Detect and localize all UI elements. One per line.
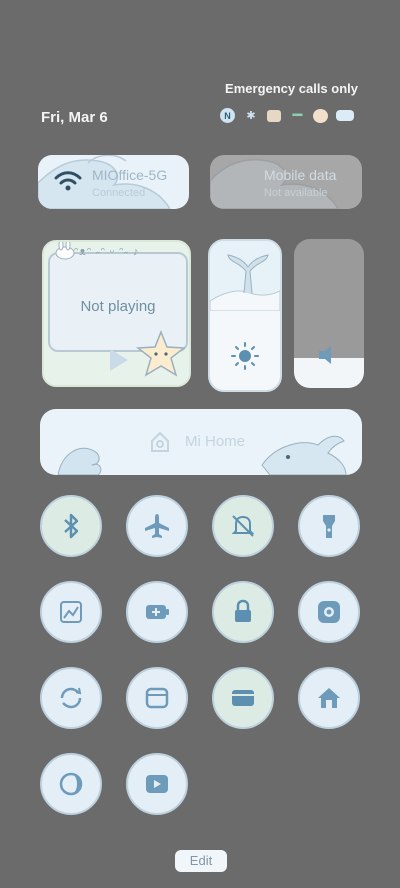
auto-rotate-icon [60,687,82,709]
bluetooth-icon [64,513,79,539]
home-icon [318,688,340,708]
date-label[interactable]: Fri, Mar 6 [41,109,108,126]
mi-home-label: Mi Home [185,433,246,450]
screenshot-toggle[interactable] [40,581,102,643]
carrier-status: Emergency calls only [225,81,358,96]
wifi-network-name: MIOffice-5G [92,167,168,183]
wifi-icon [54,171,82,191]
vibrate-icon [267,109,281,122]
status-bar-icons: N ✱ ▪▪▪▪ [220,108,354,123]
play-icon[interactable] [108,347,130,373]
airplane-icon [145,514,169,538]
eye-comfort-icon [59,772,83,796]
eye-comfort-toggle[interactable] [40,753,102,815]
video-toolbox-icon [146,775,168,793]
bluetooth-toggle[interactable] [40,495,102,557]
cast-toggle[interactable] [212,667,274,729]
media-player[interactable]: Not playing ᵔᴥᵔ ˶ᵔ ᵕ ᵔ˶ ♪ [42,240,191,387]
media-status: Not playing [80,298,156,315]
mobile-data-title: Mobile data [264,167,337,183]
mute-toggle[interactable] [212,495,274,557]
media-decoration-text: ᵔᴥᵔ ˶ᵔ ᵕ ᵔ˶ ♪ [74,246,140,258]
lock-screen-icon [235,599,251,622]
flashlight-icon [323,515,335,538]
battery-icon [336,110,354,121]
whale-tail-decoration [210,241,280,311]
battery-saver-toggle[interactable] [126,581,188,643]
wifi-status: Connected [92,187,146,199]
mi-home-icon [151,431,169,452]
signal-icon: ▪▪▪▪ [291,110,303,121]
brightness-icon [231,342,259,370]
screenshot-icon [60,601,82,623]
home-toggle[interactable] [298,667,360,729]
video-toolbox-toggle[interactable] [126,753,188,815]
volume-slider[interactable] [294,239,364,388]
nfc-icon: N [220,108,235,123]
lock-screen-toggle[interactable] [212,581,274,643]
wifi-status-icon [313,108,328,123]
floating-window-icon [145,687,169,709]
scanner-icon [318,601,340,623]
mute-icon [231,515,255,537]
bluetooth-status-icon: ✱ [246,110,256,122]
airplane-mode-toggle[interactable] [126,495,188,557]
mobile-data-status: Not available [264,187,328,199]
flashlight-toggle[interactable] [298,495,360,557]
auto-rotate-toggle[interactable] [40,667,102,729]
brightness-slider[interactable] [208,239,282,392]
star-mascot-icon [136,330,186,377]
scanner-toggle[interactable] [298,581,360,643]
mi-home-tile[interactable]: Mi Home [40,409,362,475]
volume-icon [319,346,331,364]
wifi-tile[interactable]: MIOffice-5G Connected [38,155,189,209]
bunny-icon [55,242,75,260]
floating-window-toggle[interactable] [126,667,188,729]
cast-icon [232,690,254,706]
battery-saver-icon [146,605,169,619]
edit-button[interactable]: Edit [175,850,227,872]
mobile-data-tile[interactable]: Mobile data Not available [210,155,362,209]
